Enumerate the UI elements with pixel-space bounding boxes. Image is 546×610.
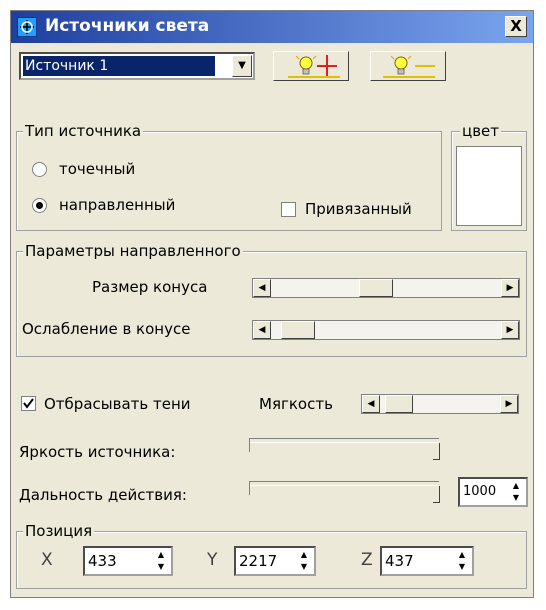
range-value-spinner[interactable]: 1000 ▲ ▼: [458, 477, 528, 507]
chevron-down-icon[interactable]: ▼: [232, 55, 252, 77]
source-type-group: Тип источника точечный направленный Прив…: [16, 122, 442, 231]
scroll-left-arrow-icon[interactable]: ◀: [362, 395, 380, 413]
color-label: цвет: [460, 122, 502, 140]
position-group: Позиция X 433 ▲ ▼ Y 2217 ▲ ▼ Z 437 ▲ ▼: [16, 522, 527, 589]
radio-directional[interactable]: [32, 198, 47, 213]
spinner-arrows-icon[interactable]: ▲ ▼: [152, 549, 170, 573]
spinner-arrows-icon[interactable]: ▲ ▼: [453, 549, 471, 573]
window-crosshair-icon: [17, 17, 37, 37]
color-swatch[interactable]: [456, 146, 522, 226]
z-spinner[interactable]: 437 ▲ ▼: [380, 546, 474, 576]
cone-size-thumb[interactable]: [359, 279, 393, 297]
bound-checkbox[interactable]: [281, 202, 296, 217]
y-value: 2217: [239, 552, 278, 570]
scroll-right-arrow-icon[interactable]: ▶: [501, 279, 519, 297]
bound-label: Привязанный: [305, 200, 412, 218]
light-sources-window: Источники света X Источник 1 ▼ Тип источ…: [10, 10, 534, 598]
close-button[interactable]: X: [505, 16, 527, 37]
radio-point[interactable]: [32, 162, 47, 177]
range-thumb[interactable]: [433, 486, 440, 503]
y-spinner[interactable]: 2217 ▲ ▼: [234, 546, 316, 576]
cast-shadows-checkbox[interactable]: [21, 396, 36, 411]
directional-params-label: Параметры направленного: [23, 242, 243, 260]
cone-size-scrollbar[interactable]: ◀ ▶: [252, 278, 520, 298]
range-value: 1000: [463, 484, 497, 499]
radio-directional-label: направленный: [59, 196, 176, 214]
color-group: цвет: [451, 122, 527, 231]
scroll-right-arrow-icon[interactable]: ▶: [500, 395, 518, 413]
z-value: 437: [385, 552, 414, 570]
cone-size-label: Размер конуса: [92, 278, 208, 296]
scroll-right-arrow-icon[interactable]: ▶: [501, 321, 519, 339]
x-value: 433: [88, 552, 117, 570]
position-label: Позиция: [23, 522, 95, 540]
y-label: Y: [207, 550, 218, 570]
scroll-left-arrow-icon[interactable]: ◀: [253, 279, 271, 297]
cone-falloff-scrollbar[interactable]: ◀ ▶: [252, 320, 520, 340]
source-select-value: Источник 1: [23, 56, 215, 76]
title-bar[interactable]: Источники света X: [11, 11, 533, 43]
cast-shadows-label: Отбрасывать тени: [44, 395, 191, 413]
source-type-label: Тип источника: [23, 122, 144, 140]
softness-scrollbar[interactable]: ◀ ▶: [361, 394, 519, 414]
brightness-slider[interactable]: [249, 435, 441, 463]
x-spinner[interactable]: 433 ▲ ▼: [83, 546, 173, 576]
lightbulb-minus-icon: [383, 55, 435, 78]
radio-point-label: точечный: [59, 160, 136, 178]
x-label: X: [41, 550, 53, 570]
cone-falloff-thumb[interactable]: [281, 321, 315, 339]
lightbulb-plus-icon: [288, 55, 340, 78]
brightness-thumb[interactable]: [433, 443, 440, 460]
cone-falloff-label: Ослабление в конусе: [22, 320, 191, 338]
softness-thumb[interactable]: [385, 395, 413, 413]
remove-light-button[interactable]: [370, 51, 446, 81]
scroll-left-arrow-icon[interactable]: ◀: [253, 321, 271, 339]
window-title: Источники света: [45, 16, 210, 36]
add-light-button[interactable]: [273, 51, 349, 81]
spinner-arrows-icon[interactable]: ▲ ▼: [507, 480, 525, 504]
range-slider[interactable]: [249, 478, 441, 506]
brightness-label: Яркость источника:: [19, 443, 176, 461]
directional-params-group: Параметры направленного Размер конуса ◀ …: [16, 242, 527, 357]
spinner-arrows-icon[interactable]: ▲ ▼: [295, 549, 313, 573]
source-select[interactable]: Источник 1 ▼: [19, 52, 255, 80]
range-label: Дальность действия:: [19, 486, 187, 504]
z-label: Z: [361, 550, 373, 570]
softness-label: Мягкость: [259, 395, 333, 413]
